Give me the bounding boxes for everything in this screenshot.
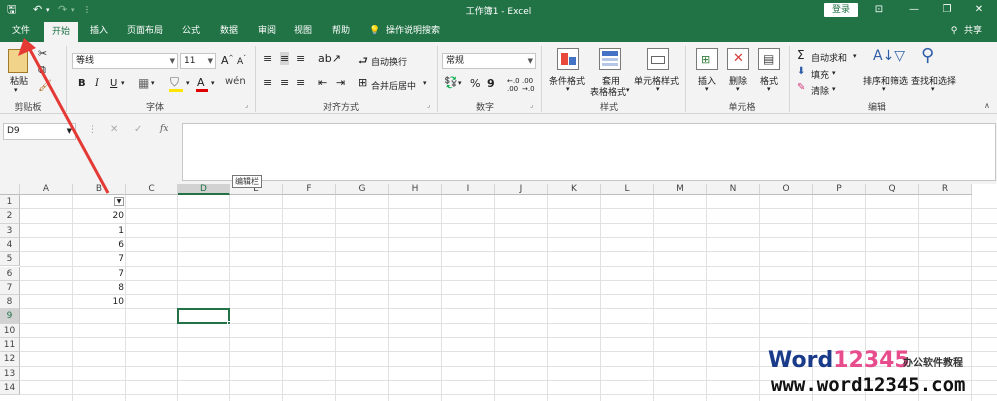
annotation-arrow — [18, 38, 110, 194]
arrow-line — [26, 45, 110, 194]
